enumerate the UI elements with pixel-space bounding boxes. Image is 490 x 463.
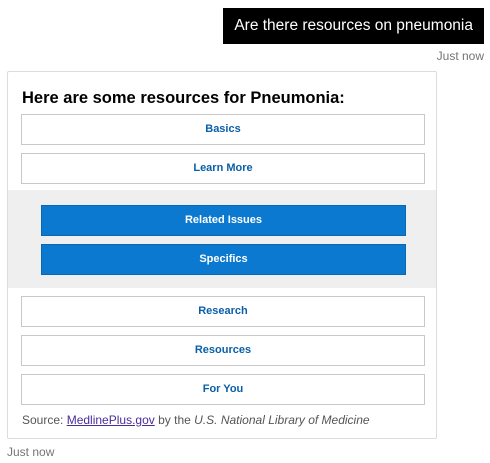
- learn-more-expanded-panel: Related Issues Specifics: [8, 190, 436, 288]
- user-message-timestamp: Just now: [436, 49, 484, 63]
- user-message-text: Are there resources on pneumonia: [234, 17, 473, 34]
- specifics-button[interactable]: Specifics: [41, 244, 406, 275]
- for-you-button[interactable]: For You: [21, 374, 425, 405]
- resources-button[interactable]: Resources: [21, 335, 425, 366]
- bot-response-card: Here are some resources for Pneumonia: B…: [7, 71, 437, 439]
- medlineplus-link[interactable]: MedlinePlus.gov: [67, 413, 155, 427]
- research-button[interactable]: Research: [21, 296, 425, 327]
- bot-response-title: Here are some resources for Pneumonia:: [22, 89, 345, 107]
- related-issues-button[interactable]: Related Issues: [41, 205, 406, 236]
- source-middle-text: by the: [158, 413, 191, 427]
- source-organization: U.S. National Library of Medicine: [194, 413, 370, 427]
- learn-more-button[interactable]: Learn More: [21, 153, 425, 184]
- user-message-bubble: Are there resources on pneumonia: [223, 8, 484, 44]
- source-prefix: Source:: [22, 413, 64, 427]
- source-attribution: Source: MedlinePlus.gov by the U.S. Nati…: [22, 413, 370, 427]
- basics-button[interactable]: Basics: [21, 114, 425, 145]
- bot-message-timestamp: Just now: [7, 445, 55, 459]
